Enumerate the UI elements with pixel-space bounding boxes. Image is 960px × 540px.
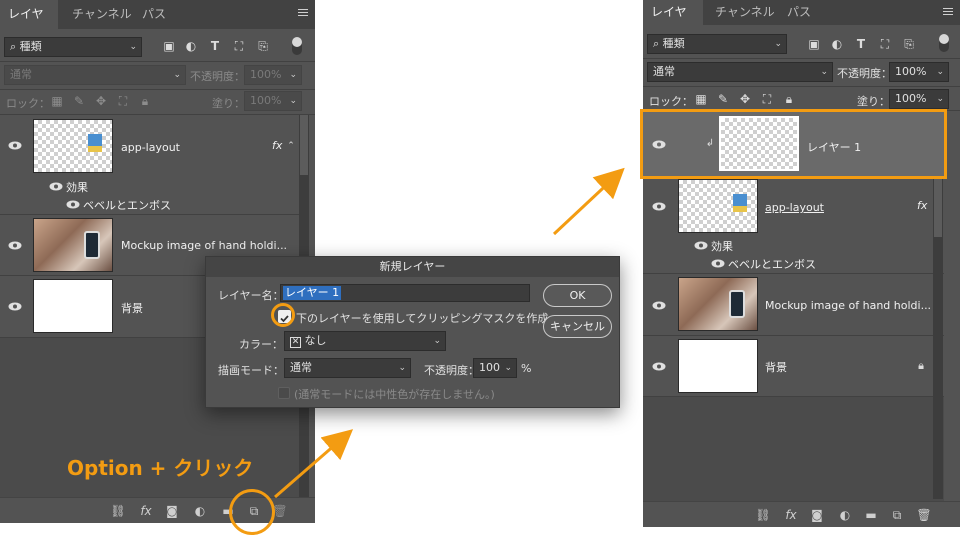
lock-icon: 🔒︎: [918, 359, 924, 372]
eye-icon[interactable]: [652, 301, 666, 310]
fx-icon[interactable]: fx: [783, 508, 799, 522]
eye-icon[interactable]: [652, 202, 666, 211]
layer-row-mockup[interactable]: Mockup image of hand holdi...: [643, 274, 944, 335]
highlight-box-new-layer: [640, 109, 947, 179]
fill-label: 塗り：: [857, 95, 890, 108]
opacity-field[interactable]: 100% ⌄: [889, 62, 949, 82]
filter-toggle[interactable]: [939, 34, 949, 52]
lock-all-icon[interactable]: 🔒︎: [782, 92, 796, 106]
eye-icon[interactable]: [694, 241, 708, 250]
panel-tabs: レイヤー チャンネル パス: [643, 0, 960, 44]
filter-adjustment-icon[interactable]: ◐: [830, 37, 844, 51]
lock-position-icon[interactable]: ✥: [738, 92, 752, 106]
fx-icon[interactable]: fx: [917, 199, 927, 212]
lock-transparent-icon[interactable]: ▦: [694, 92, 708, 106]
filter-kind-select[interactable]: ⌕ 種類 ⌄: [647, 34, 787, 54]
blend-mode-select[interactable]: 通常 ⌄: [647, 62, 833, 82]
filter-shape-icon[interactable]: ⛶: [878, 37, 892, 51]
filter-type-icon[interactable]: T: [854, 37, 868, 51]
layer-row-background[interactable]: 背景 🔒︎: [643, 336, 944, 396]
lock-label: ロック：: [649, 95, 693, 108]
opacity-value: 100%: [895, 65, 927, 78]
right-layers-panel: レイヤー チャンネル パス ⌕ 種類 ⌄ ▣ ◐ T ⛶ ⎘ 通常 ⌄ 不透明度…: [643, 0, 960, 527]
tab-paths[interactable]: パス: [779, 0, 819, 25]
layer-thumbnail: [678, 179, 758, 233]
chevron-down-icon: ⌄: [820, 67, 828, 77]
new-layer-icon[interactable]: ⧉: [889, 508, 905, 523]
tab-channels[interactable]: チャンネル: [707, 0, 783, 25]
effects-label: 効果: [711, 240, 733, 253]
layer-row-app-layout[interactable]: app-layout fx ⌃ 効果 ベベルとエンボス: [643, 177, 944, 273]
search-icon: ⌕: [653, 37, 660, 50]
layer-thumbnail: [678, 339, 758, 393]
eye-icon[interactable]: [652, 362, 666, 371]
layers-bottom-bar: ⛓ fx ◙ ◐ ▬ ⧉ 🗑︎: [643, 501, 960, 527]
layer-thumbnail-photo: [678, 277, 758, 331]
layer-name[interactable]: Mockup image of hand holdi...: [765, 299, 931, 312]
chevron-down-icon: ⌄: [774, 39, 782, 49]
chevron-down-icon: ⌄: [936, 94, 944, 104]
blend-mode-value: 通常: [653, 65, 675, 78]
lock-artboard-icon[interactable]: ⛶: [760, 92, 774, 106]
panel-menu-icon[interactable]: [943, 8, 953, 17]
fill-field[interactable]: 100% ⌄: [889, 89, 949, 109]
filter-smartobject-icon[interactable]: ⎘: [902, 37, 916, 51]
effect-bevel-emboss: ベベルとエンボス: [728, 258, 816, 271]
adjustment-layer-icon[interactable]: ◐: [837, 508, 853, 522]
eye-icon[interactable]: [711, 259, 725, 268]
mask-icon[interactable]: ◙: [809, 508, 825, 522]
filter-kind-value: 種類: [662, 37, 685, 50]
filter-image-icon[interactable]: ▣: [807, 37, 821, 51]
chevron-down-icon: ⌄: [936, 67, 944, 77]
tab-layers[interactable]: レイヤー: [643, 0, 703, 44]
group-icon[interactable]: ▬: [863, 508, 879, 522]
fill-value: 100%: [895, 92, 927, 105]
layer-name[interactable]: 背景: [765, 359, 787, 375]
lock-paint-icon[interactable]: ✎: [716, 92, 730, 106]
layers-scrollbar[interactable]: [933, 177, 943, 499]
opacity-label: 不透明度：: [837, 67, 892, 80]
layer-name[interactable]: app-layout: [765, 201, 824, 214]
trash-icon[interactable]: 🗑︎: [916, 508, 932, 522]
link-icon[interactable]: ⛓: [755, 508, 771, 522]
